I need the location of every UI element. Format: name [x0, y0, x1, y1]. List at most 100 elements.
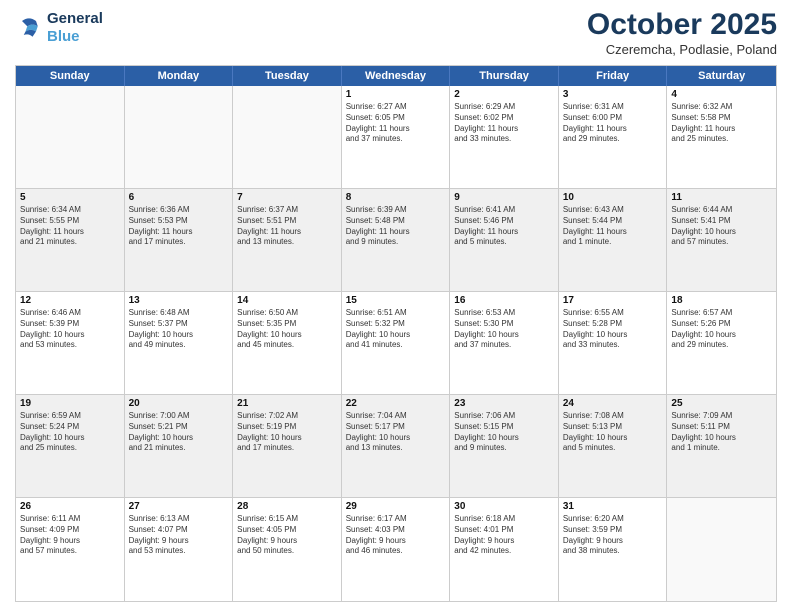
- calendar-row: 19Sunrise: 6:59 AM Sunset: 5:24 PM Dayli…: [16, 395, 776, 498]
- day-number: 16: [454, 295, 554, 306]
- header-sunday: Sunday: [16, 66, 125, 86]
- day-number: 17: [563, 295, 663, 306]
- day-info: Sunrise: 6:44 AM Sunset: 5:41 PM Dayligh…: [671, 205, 772, 248]
- calendar-cell: 31 Sunrise: 6:20 AM Sunset: 3:59 PM Dayli…: [559, 498, 668, 601]
- header-friday: Friday: [559, 66, 668, 86]
- day-number: 22: [346, 398, 446, 409]
- calendar-cell: 5 Sunrise: 6:34 AM Sunset: 5:55 PM Daylig…: [16, 189, 125, 291]
- calendar-cell: 1 Sunrise: 6:27 AM Sunset: 6:05 PM Daylig…: [342, 86, 451, 188]
- logo-text: General Blue: [47, 10, 103, 46]
- day-info: Sunrise: 6:59 AM Sunset: 5:24 PM Dayligh…: [20, 411, 120, 454]
- day-info: Sunrise: 6:18 AM Sunset: 4:01 PM Dayligh…: [454, 514, 554, 557]
- day-number: 2: [454, 89, 554, 100]
- day-number: 26: [20, 501, 120, 512]
- day-info: Sunrise: 6:46 AM Sunset: 5:39 PM Dayligh…: [20, 308, 120, 351]
- day-info: Sunrise: 6:55 AM Sunset: 5:28 PM Dayligh…: [563, 308, 663, 351]
- day-info: Sunrise: 6:27 AM Sunset: 6:05 PM Dayligh…: [346, 102, 446, 145]
- day-number: 29: [346, 501, 446, 512]
- day-number: 7: [237, 192, 337, 203]
- day-info: Sunrise: 7:09 AM Sunset: 5:11 PM Dayligh…: [671, 411, 772, 454]
- calendar-cell: 8 Sunrise: 6:39 AM Sunset: 5:48 PM Daylig…: [342, 189, 451, 291]
- month-title: October 2025: [587, 10, 777, 40]
- day-number: 27: [129, 501, 229, 512]
- calendar-cell: [125, 86, 234, 188]
- day-number: 12: [20, 295, 120, 306]
- day-number: 8: [346, 192, 446, 203]
- day-info: Sunrise: 7:04 AM Sunset: 5:17 PM Dayligh…: [346, 411, 446, 454]
- calendar-cell: [233, 86, 342, 188]
- day-info: Sunrise: 6:37 AM Sunset: 5:51 PM Dayligh…: [237, 205, 337, 248]
- day-info: Sunrise: 6:13 AM Sunset: 4:07 PM Dayligh…: [129, 514, 229, 557]
- calendar-cell: 6Sunrise: 6:36 AM Sunset: 5:53 PM Daylig…: [125, 189, 234, 291]
- calendar-cell: 29 Sunrise: 6:17 AM Sunset: 4:03 PM Dayli…: [342, 498, 451, 601]
- calendar-cell: 13 Sunrise: 6:48 AM Sunset: 5:37 PM Dayli…: [125, 292, 234, 394]
- calendar-cell: 10 Sunrise: 6:43 AM Sunset: 5:44 PM Dayli…: [559, 189, 668, 291]
- day-number: 9: [454, 192, 554, 203]
- day-info: Sunrise: 6:36 AM Sunset: 5:53 PM Dayligh…: [129, 205, 229, 248]
- calendar-cell: 3 Sunrise: 6:31 AM Sunset: 6:00 PM Daylig…: [559, 86, 668, 188]
- page: General Blue October 2025 Czeremcha, Pod…: [0, 0, 792, 612]
- logo: General Blue: [15, 10, 103, 46]
- header-monday: Monday: [125, 66, 234, 86]
- day-number: 21: [237, 398, 337, 409]
- calendar-row: 26Sunrise: 6:11 AM Sunset: 4:09 PM Dayli…: [16, 498, 776, 601]
- calendar-cell: 12 Sunrise: 6:46 AM Sunset: 5:39 PM Dayli…: [16, 292, 125, 394]
- day-number: 14: [237, 295, 337, 306]
- header-wednesday: Wednesday: [342, 66, 451, 86]
- calendar-cell: 17 Sunrise: 6:55 AM Sunset: 5:28 PM Dayli…: [559, 292, 668, 394]
- title-block: October 2025 Czeremcha, Podlasie, Poland: [587, 10, 777, 57]
- calendar-cell: 23Sunrise: 7:06 AM Sunset: 5:15 PM Dayli…: [450, 395, 559, 497]
- day-info: Sunrise: 6:17 AM Sunset: 4:03 PM Dayligh…: [346, 514, 446, 557]
- calendar-cell: 30Sunrise: 6:18 AM Sunset: 4:01 PM Dayli…: [450, 498, 559, 601]
- calendar-cell: 25 Sunrise: 7:09 AM Sunset: 5:11 PM Dayli…: [667, 395, 776, 497]
- calendar-cell: 28 Sunrise: 6:15 AM Sunset: 4:05 PM Dayli…: [233, 498, 342, 601]
- calendar-cell: 4 Sunrise: 6:32 AM Sunset: 5:58 PM Daylig…: [667, 86, 776, 188]
- day-number: 4: [671, 89, 772, 100]
- calendar-cell: [16, 86, 125, 188]
- day-info: Sunrise: 6:20 AM Sunset: 3:59 PM Dayligh…: [563, 514, 663, 557]
- day-number: 5: [20, 192, 120, 203]
- day-info: Sunrise: 6:15 AM Sunset: 4:05 PM Dayligh…: [237, 514, 337, 557]
- day-number: 24: [563, 398, 663, 409]
- calendar-cell: 14 Sunrise: 6:50 AM Sunset: 5:35 PM Dayli…: [233, 292, 342, 394]
- header: General Blue October 2025 Czeremcha, Pod…: [15, 10, 777, 57]
- day-info: Sunrise: 6:29 AM Sunset: 6:02 PM Dayligh…: [454, 102, 554, 145]
- day-number: 3: [563, 89, 663, 100]
- day-number: 31: [563, 501, 663, 512]
- day-info: Sunrise: 7:06 AM Sunset: 5:15 PM Dayligh…: [454, 411, 554, 454]
- logo-icon: [15, 14, 43, 42]
- day-info: Sunrise: 6:34 AM Sunset: 5:55 PM Dayligh…: [20, 205, 120, 248]
- location-subtitle: Czeremcha, Podlasie, Poland: [587, 42, 777, 57]
- calendar-cell: 20 Sunrise: 7:00 AM Sunset: 5:21 PM Dayli…: [125, 395, 234, 497]
- calendar-cell: 19Sunrise: 6:59 AM Sunset: 5:24 PM Dayli…: [16, 395, 125, 497]
- calendar-cell: 26Sunrise: 6:11 AM Sunset: 4:09 PM Dayli…: [16, 498, 125, 601]
- calendar-cell: 18Sunrise: 6:57 AM Sunset: 5:26 PM Dayli…: [667, 292, 776, 394]
- header-tuesday: Tuesday: [233, 66, 342, 86]
- calendar-cell: 11Sunrise: 6:44 AM Sunset: 5:41 PM Dayli…: [667, 189, 776, 291]
- calendar-body: 1 Sunrise: 6:27 AM Sunset: 6:05 PM Daylig…: [16, 86, 776, 601]
- day-info: Sunrise: 6:31 AM Sunset: 6:00 PM Dayligh…: [563, 102, 663, 145]
- day-number: 20: [129, 398, 229, 409]
- day-number: 10: [563, 192, 663, 203]
- day-number: 1: [346, 89, 446, 100]
- day-info: Sunrise: 6:50 AM Sunset: 5:35 PM Dayligh…: [237, 308, 337, 351]
- day-number: 13: [129, 295, 229, 306]
- day-info: Sunrise: 6:51 AM Sunset: 5:32 PM Dayligh…: [346, 308, 446, 351]
- header-saturday: Saturday: [667, 66, 776, 86]
- day-info: Sunrise: 6:48 AM Sunset: 5:37 PM Dayligh…: [129, 308, 229, 351]
- calendar-row: 12 Sunrise: 6:46 AM Sunset: 5:39 PM Dayli…: [16, 292, 776, 395]
- calendar-row: 1 Sunrise: 6:27 AM Sunset: 6:05 PM Daylig…: [16, 86, 776, 189]
- calendar-cell: [667, 498, 776, 601]
- calendar-cell: 24Sunrise: 7:08 AM Sunset: 5:13 PM Dayli…: [559, 395, 668, 497]
- day-number: 15: [346, 295, 446, 306]
- day-number: 25: [671, 398, 772, 409]
- calendar-cell: 27 Sunrise: 6:13 AM Sunset: 4:07 PM Dayli…: [125, 498, 234, 601]
- day-info: Sunrise: 6:43 AM Sunset: 5:44 PM Dayligh…: [563, 205, 663, 248]
- day-info: Sunrise: 7:00 AM Sunset: 5:21 PM Dayligh…: [129, 411, 229, 454]
- day-number: 28: [237, 501, 337, 512]
- calendar-cell: 16Sunrise: 6:53 AM Sunset: 5:30 PM Dayli…: [450, 292, 559, 394]
- header-thursday: Thursday: [450, 66, 559, 86]
- calendar-cell: 15 Sunrise: 6:51 AM Sunset: 5:32 PM Dayli…: [342, 292, 451, 394]
- day-info: Sunrise: 6:39 AM Sunset: 5:48 PM Dayligh…: [346, 205, 446, 248]
- day-info: Sunrise: 6:32 AM Sunset: 5:58 PM Dayligh…: [671, 102, 772, 145]
